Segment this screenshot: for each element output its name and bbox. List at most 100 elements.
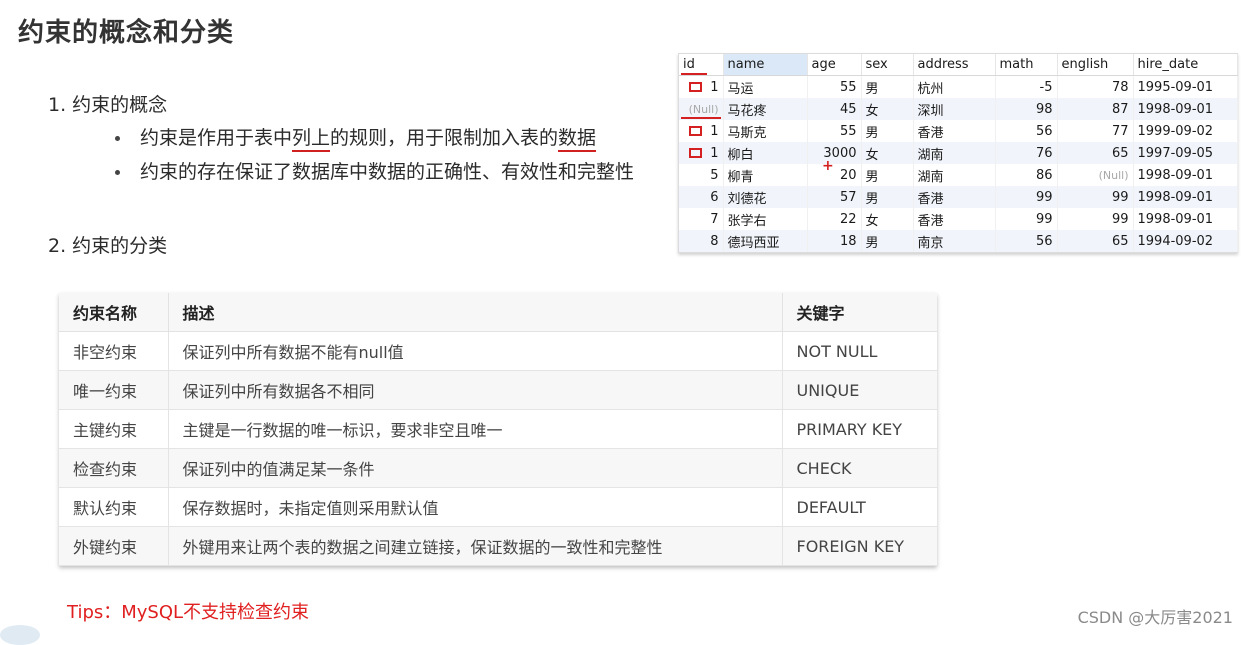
grid-cell-age[interactable]: 20 (807, 164, 862, 186)
grid-cell-sex[interactable]: 女 (861, 142, 914, 164)
table-row: 检查约束 保证列中的值满足某一条件 CHECK (59, 448, 937, 488)
bullet-1-text-data: 数据 (558, 127, 597, 152)
constraint-desc: 保证列中的值满足某一条件 (168, 448, 783, 488)
grid-cell-sex[interactable]: 男 (861, 120, 914, 142)
constraint-keyword: PRIMARY KEY (782, 409, 937, 449)
grid-cell-address[interactable]: 深圳 (913, 98, 996, 120)
grid-cell-english[interactable]: 78 (1057, 75, 1134, 98)
grid-cell-hire-date[interactable]: 1998-09-01 (1133, 186, 1238, 208)
grid-row[interactable]: 5 柳青 20 男 湖南 86 (Null) 1998-09-01 (679, 164, 1238, 186)
grid-cell-name[interactable]: 柳白 (723, 142, 808, 164)
grid-header-sex[interactable]: sex (861, 54, 914, 76)
grid-cell-english[interactable]: 99 (1057, 186, 1134, 208)
grid-cell-sex[interactable]: 男 (861, 186, 914, 208)
grid-header-age[interactable]: age (807, 54, 862, 76)
grid-cell-hire-date[interactable]: 1999-09-02 (1133, 120, 1238, 142)
grid-cell-sex[interactable]: 女 (861, 208, 914, 230)
grid-cell-hire-date[interactable]: 1994-09-02 (1133, 230, 1238, 252)
grid-cell-name[interactable]: 德玛西亚 (723, 230, 808, 252)
grid-cell-name[interactable]: 柳青 (723, 164, 808, 186)
grid-cell-age[interactable]: 22 (807, 208, 862, 230)
bullet-2-text: 约束的存在保证了数据库中数据的正确性、有效性和完整性 (140, 161, 635, 183)
grid-cell-hire-date[interactable]: 1995-09-01 (1133, 75, 1238, 98)
grid-header-hire-date[interactable]: hire_date (1133, 54, 1238, 76)
grid-cell-math[interactable]: 56 (995, 120, 1058, 142)
grid-cell-id[interactable]: 1 (679, 142, 724, 164)
grid-cell-sex[interactable]: 男 (861, 75, 914, 98)
grid-cell-math[interactable]: -5 (995, 75, 1058, 98)
grid-header-address[interactable]: address (913, 54, 996, 76)
constraint-name: 唯一约束 (59, 370, 169, 410)
grid-cell-id[interactable]: 6 (679, 186, 724, 208)
grid-cell-math[interactable]: 56 (995, 230, 1058, 252)
constraint-keyword: NOT NULL (782, 331, 937, 371)
grid-row[interactable]: 7 张学右 22 女 香港 99 99 1998-09-01 (679, 208, 1238, 230)
grid-header-name[interactable]: name (723, 54, 808, 76)
bullet-1-text-a: 约束是作用于表中 (140, 127, 293, 149)
grid-cell-age[interactable]: 57 (807, 186, 862, 208)
grid-cell-math[interactable]: 99 (995, 186, 1058, 208)
grid-cell-sex[interactable]: 女 (861, 98, 914, 120)
constraint-keyword: FOREIGN KEY (782, 526, 937, 566)
grid-cell-math[interactable]: 86 (995, 164, 1058, 186)
grid-cell-sex[interactable]: 男 (861, 164, 914, 186)
grid-row[interactable]: (Null) 马花疼 45 女 深圳 98 87 1998-09-01 (679, 98, 1238, 120)
grid-cell-id[interactable]: 7 (679, 208, 724, 230)
grid-cell-age[interactable]: 55 (807, 75, 862, 98)
grid-cell-age[interactable]: 55 (807, 120, 862, 142)
grid-cell-math[interactable]: 99 (995, 208, 1058, 230)
grid-cell-english[interactable]: 87 (1057, 98, 1134, 120)
grid-cell-hire-date[interactable]: 1998-09-01 (1133, 98, 1238, 120)
constraint-desc: 保证列中所有数据不能有null值 (168, 331, 783, 371)
grid-cell-name[interactable]: 马花疼 (723, 98, 808, 120)
grid-cell-address[interactable]: 香港 (913, 208, 996, 230)
grid-cell-address[interactable]: 南京 (913, 230, 996, 252)
grid-cell-name[interactable]: 马运 (723, 75, 808, 98)
grid-cell-address[interactable]: 香港 (913, 120, 996, 142)
grid-cell-hire-date[interactable]: 1998-09-01 (1133, 164, 1238, 186)
grid-row[interactable]: 6 刘德花 57 男 香港 99 99 1998-09-01 (679, 186, 1238, 208)
concept-bullet-1: 约束是作用于表中列上的规则，用于限制加入表的数据 (112, 124, 634, 158)
table-row: 外键约束 外键用来让两个表的数据之间建立链接，保证数据的一致性和完整性 FORE… (59, 526, 937, 566)
grid-cell-name[interactable]: 马斯克 (723, 120, 808, 142)
grid-row[interactable]: 1 马斯克 55 男 香港 56 77 1999-09-02 (679, 120, 1238, 142)
grid-cell-id[interactable]: 5 (679, 164, 724, 186)
grid-row[interactable]: 1 柳白 3000 女 湖南 76 65 1997-09-05 (679, 142, 1238, 164)
grid-cell-sex[interactable]: 男 (861, 230, 914, 252)
grid-row[interactable]: 1 马运 55 男 杭州 -5 78 1995-09-01 (679, 75, 1238, 98)
grid-cell-id[interactable]: 1 (679, 120, 724, 142)
grid-cell-english[interactable]: 65 (1057, 142, 1134, 164)
grid-cell-math[interactable]: 76 (995, 142, 1058, 164)
grid-cell-age[interactable]: 3000 (807, 142, 862, 164)
grid-cell-address[interactable]: 香港 (913, 186, 996, 208)
constraint-table: 约束名称 描述 关键字 非空约束 保证列中所有数据不能有null值 NOT NU… (59, 293, 937, 566)
grid-cell-name[interactable]: 刘德花 (723, 186, 808, 208)
grid-cell-address[interactable]: 湖南 (913, 142, 996, 164)
grid-cell-age[interactable]: 45 (807, 98, 862, 120)
grid-cell-english[interactable]: 99 (1057, 208, 1134, 230)
constraint-header-row: 约束名称 描述 关键字 (59, 293, 937, 332)
table-row: 非空约束 保证列中所有数据不能有null值 NOT NULL (59, 331, 937, 371)
grid-header-english[interactable]: english (1057, 54, 1134, 76)
grid-row[interactable]: 8 德玛西亚 18 男 南京 56 65 1994-09-02 (679, 230, 1238, 252)
grid-cell-english[interactable]: 65 (1057, 230, 1134, 252)
constraint-keyword: CHECK (782, 448, 937, 488)
constraint-name: 检查约束 (59, 448, 169, 488)
constraint-name: 默认约束 (59, 487, 169, 527)
grid-cell-math[interactable]: 98 (995, 98, 1058, 120)
concept-bullet-list: 约束是作用于表中列上的规则，用于限制加入表的数据 约束的存在保证了数据库中数据的… (112, 124, 634, 192)
grid-cell-english[interactable]: 77 (1057, 120, 1134, 142)
grid-cell-name[interactable]: 张学右 (723, 208, 808, 230)
grid-cell-hire-date[interactable]: 1997-09-05 (1133, 142, 1238, 164)
grid-header-math[interactable]: math (995, 54, 1058, 76)
table-row: 唯一约束 保证列中所有数据各不相同 UNIQUE (59, 370, 937, 410)
grid-cell-address[interactable]: 杭州 (913, 75, 996, 98)
grid-cell-id[interactable]: 8 (679, 230, 724, 252)
grid-cell-age[interactable]: 18 (807, 230, 862, 252)
grid-cell-hire-date[interactable]: 1998-09-01 (1133, 208, 1238, 230)
concept-bullet-2: 约束的存在保证了数据库中数据的正确性、有效性和完整性 (112, 158, 634, 192)
grid-cell-english[interactable]: (Null) (1057, 164, 1134, 186)
grid-cell-id[interactable]: 1 (679, 75, 724, 98)
constraint-name: 非空约束 (59, 331, 169, 371)
grid-cell-address[interactable]: 湖南 (913, 164, 996, 186)
